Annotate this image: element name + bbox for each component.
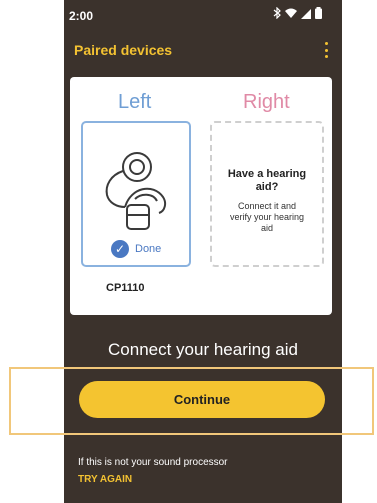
footer-text: If this is not your sound processor	[78, 457, 228, 468]
status-time: 2:00	[69, 9, 94, 23]
right-heading: Have a hearing aid?	[227, 168, 307, 193]
pairing-card: Left Right ✓ Done Have a hearing aid? Co…	[70, 77, 332, 315]
app-bar: Paired devices	[64, 30, 342, 70]
right-title: Right	[243, 91, 290, 113]
right-description: Connect it and verify your hearing aid	[229, 201, 305, 233]
more-vert-icon[interactable]	[323, 42, 329, 58]
done-status: ✓ Done	[111, 240, 161, 258]
check-icon: ✓	[111, 240, 129, 258]
page-title: Paired devices	[74, 42, 173, 58]
bluetooth-icon	[273, 6, 281, 22]
battery-icon	[315, 7, 322, 22]
status-icons	[273, 6, 322, 22]
wifi-icon	[285, 8, 297, 22]
right-device-slot[interactable]: Have a hearing aid? Connect it and verif…	[210, 121, 324, 267]
signal-icon	[301, 8, 311, 22]
status-bar: 2:00	[64, 0, 342, 30]
try-again-link[interactable]: TRY AGAIN	[78, 474, 132, 485]
done-label: Done	[135, 243, 162, 255]
hearing-aid-icon	[101, 147, 177, 235]
device-name: CP1110	[106, 282, 145, 294]
connect-title: Connect your hearing aid	[108, 340, 298, 359]
left-device-slot[interactable]: ✓ Done	[81, 121, 191, 267]
left-title: Left	[118, 91, 152, 113]
continue-button[interactable]: Continue	[79, 381, 325, 418]
